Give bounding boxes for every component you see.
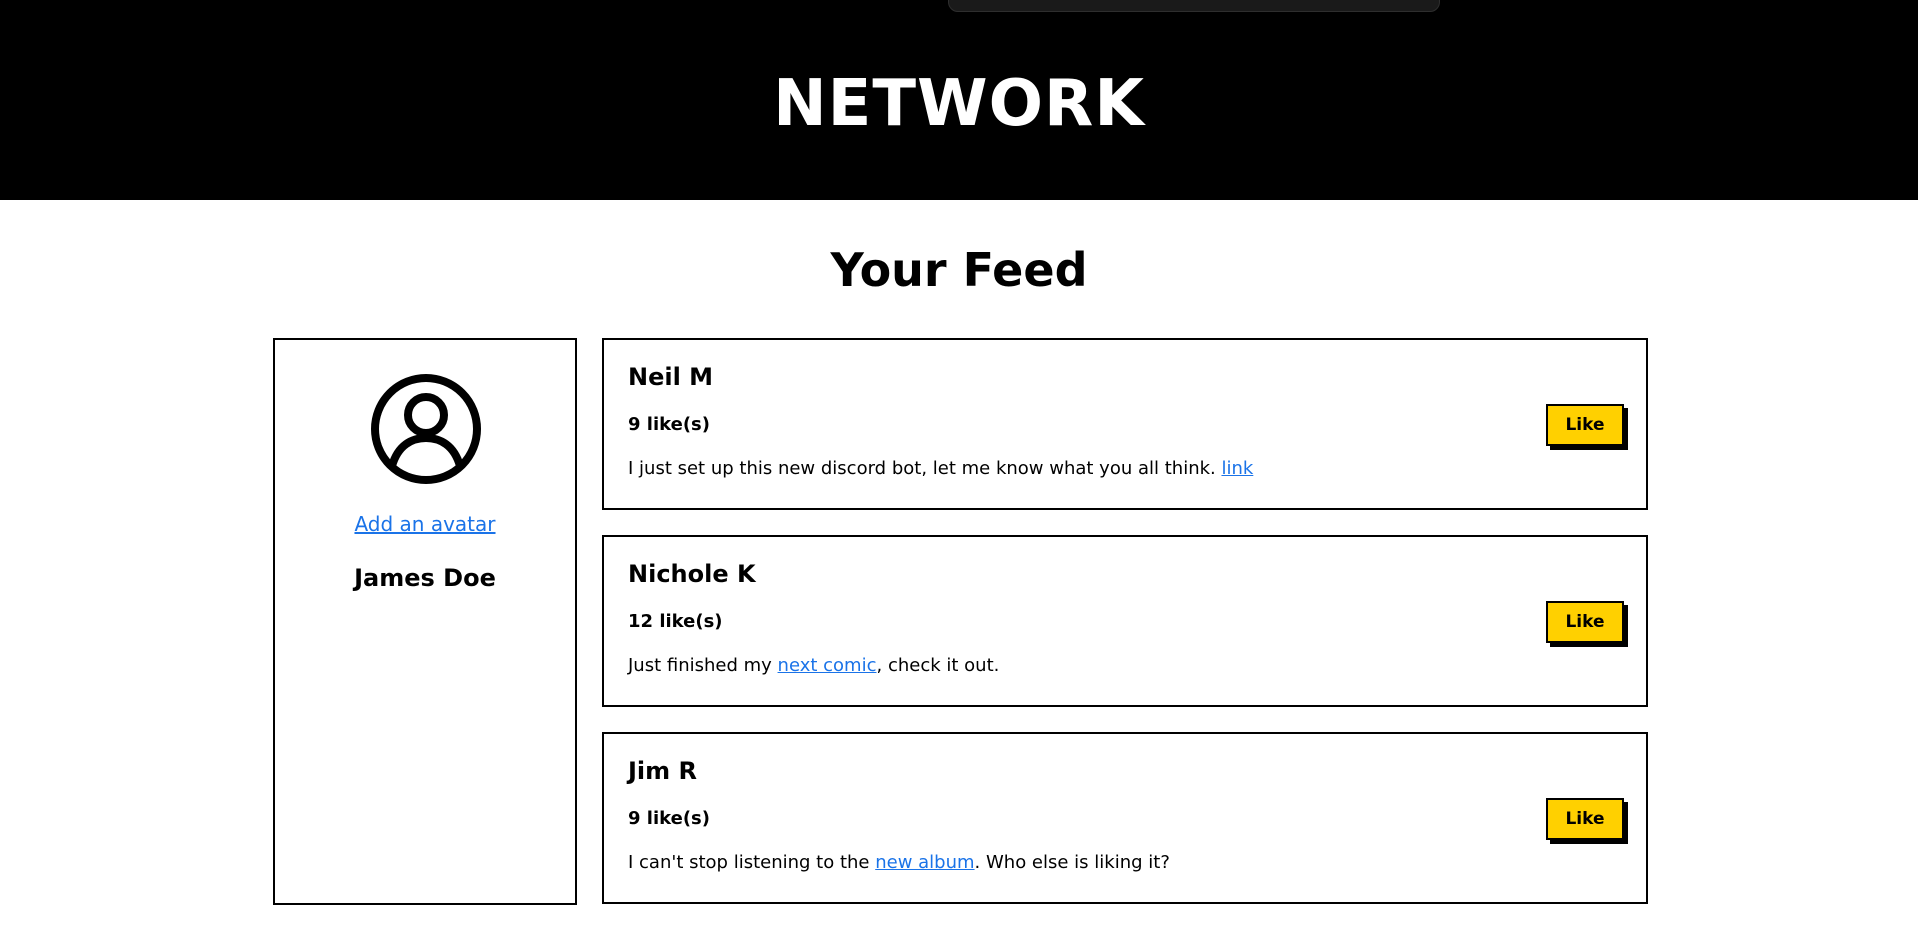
post-text: , check it out.: [876, 655, 1000, 676]
post-text: I can't stop listening to the: [628, 852, 876, 873]
post-body: Just finished my next comic, check it ou…: [628, 653, 999, 679]
profile-name: James Doe: [354, 564, 496, 592]
header-tab: [948, 0, 1440, 12]
post-author: Neil M: [628, 363, 714, 391]
post-text: . Who else is liking it?: [974, 852, 1170, 873]
profile-card: Add an avatar James Doe: [273, 338, 577, 905]
site-header: NETWORK: [0, 0, 1918, 200]
post-card: Neil M 9 like(s) I just set up this new …: [602, 338, 1648, 510]
add-avatar-link[interactable]: Add an avatar: [275, 512, 575, 536]
post-like-count: 9 like(s): [628, 808, 710, 829]
post-body: I can't stop listening to the new album.…: [628, 850, 1170, 876]
site-title: NETWORK: [773, 67, 1145, 141]
like-button[interactable]: Like: [1546, 798, 1624, 840]
post-link[interactable]: new album: [875, 852, 974, 873]
post-link[interactable]: next comic: [778, 655, 877, 676]
post-author: Jim R: [628, 757, 697, 785]
post-like-count: 12 like(s): [628, 611, 723, 632]
page-title: Your Feed: [830, 243, 1088, 297]
post-card: Jim R 9 like(s) I can't stop listening t…: [602, 732, 1648, 904]
like-button[interactable]: Like: [1546, 404, 1624, 446]
post-text: I just set up this new discord bot, let …: [628, 458, 1222, 479]
post-card: Nichole K 12 like(s) Just finished my ne…: [602, 535, 1648, 707]
post-text: Just finished my: [628, 655, 778, 676]
post-author: Nichole K: [628, 560, 756, 588]
user-circle-icon: [371, 374, 481, 484]
post-body: I just set up this new discord bot, let …: [628, 456, 1253, 482]
like-button[interactable]: Like: [1546, 601, 1624, 643]
post-like-count: 9 like(s): [628, 414, 710, 435]
post-link[interactable]: link: [1221, 458, 1253, 479]
